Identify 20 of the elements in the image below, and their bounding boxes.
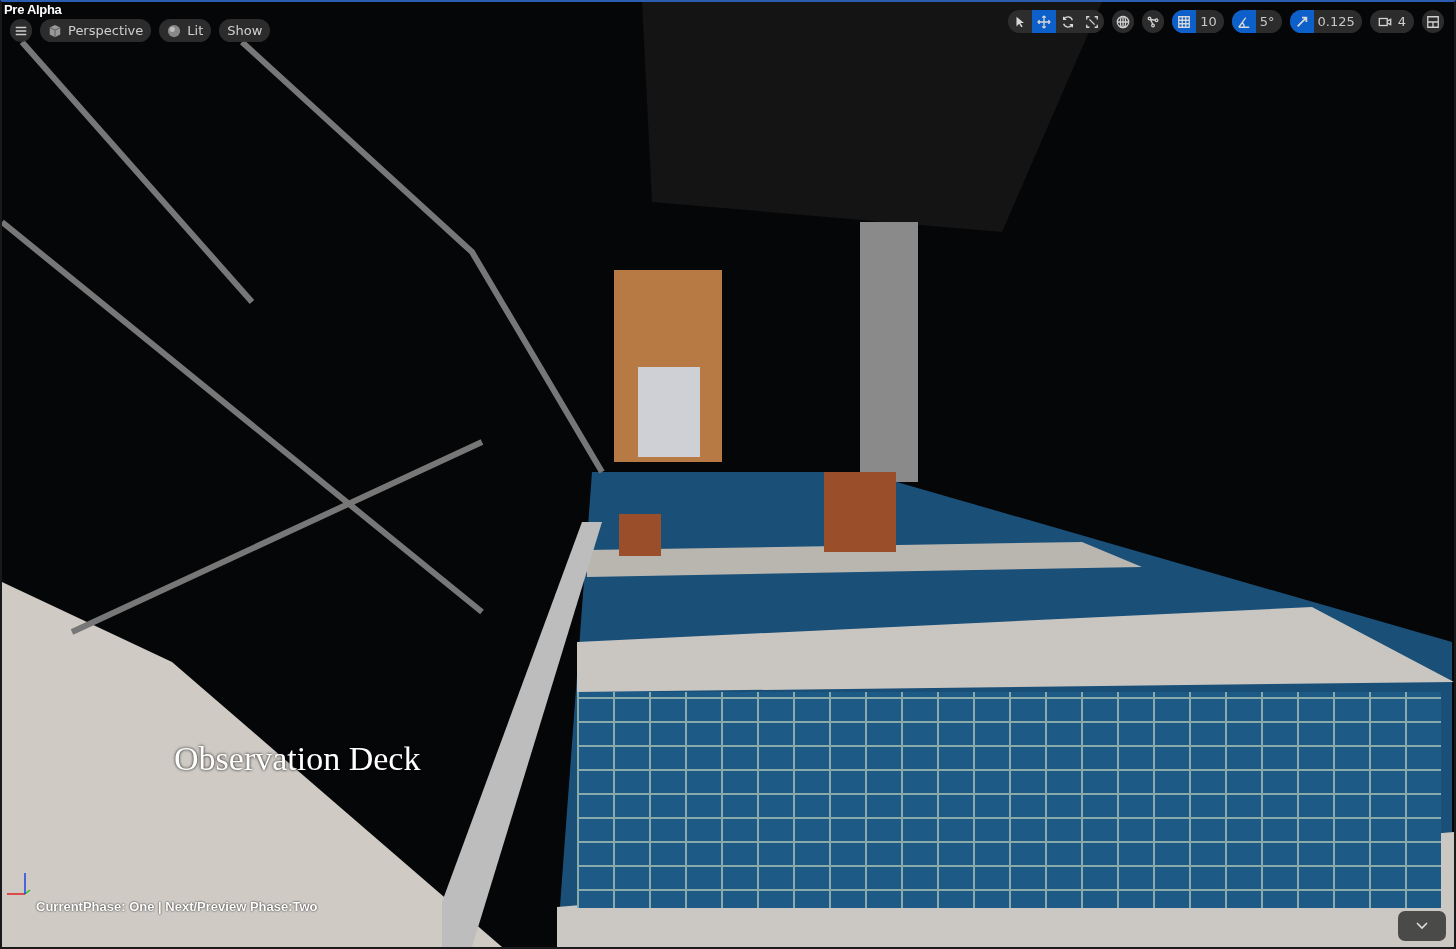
rotate-icon [1061, 14, 1076, 29]
nodes-icon [1146, 14, 1161, 29]
cube-icon [48, 23, 62, 38]
view-mode-button[interactable]: Perspective [40, 19, 152, 42]
globe-icon [1116, 14, 1131, 29]
translate-tool-button[interactable] [1032, 10, 1057, 33]
move-icon [1037, 14, 1052, 29]
show-button[interactable]: Show [219, 19, 271, 42]
layout-icon [1426, 14, 1440, 29]
chevron-down-icon [1416, 922, 1428, 930]
sphere-icon [167, 23, 182, 38]
window-title: Pre Alpha [4, 2, 62, 17]
diagonal-arrow-icon [1294, 14, 1309, 29]
angle-icon [1236, 14, 1251, 29]
grid-icon [1177, 14, 1192, 29]
grid-snap-toggle[interactable] [1172, 10, 1197, 33]
lighting-mode-button[interactable]: Lit [159, 19, 212, 42]
scale-icon [1085, 14, 1100, 29]
phase-status-text: CurrentPhase: One | Next/Preview Phase:Two [36, 899, 318, 914]
expand-button[interactable] [1398, 911, 1446, 941]
